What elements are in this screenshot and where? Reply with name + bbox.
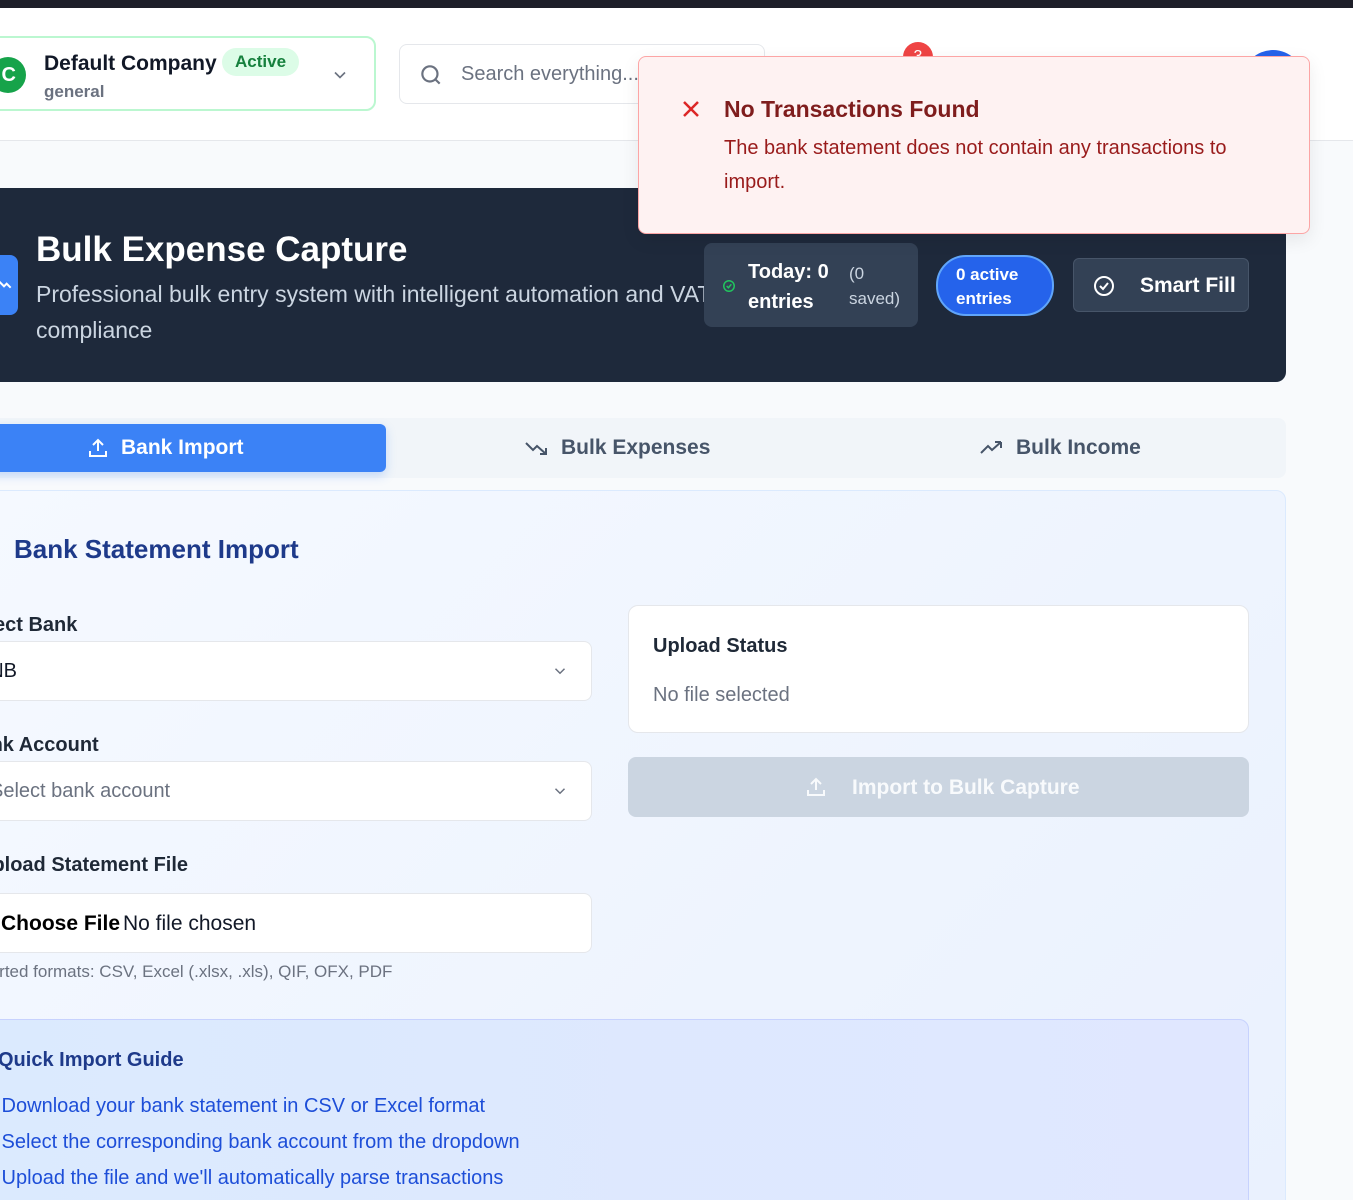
company-status-badge: Active (222, 48, 300, 76)
tab-label: Bulk Expenses (561, 436, 711, 459)
tab-bar: Bank Import Bulk Expenses Bulk Income (0, 418, 1286, 478)
guide-item: • Download your bank statement in CSV or… (0, 1095, 486, 1117)
toast-title: No Transactions Found (724, 96, 980, 122)
section-title: Bank Statement Import (14, 534, 299, 564)
chevron-down-icon (554, 788, 566, 795)
upload-status-title: Upload Status (653, 635, 788, 657)
bank-account-select[interactable]: Select bank account (0, 761, 592, 821)
bank-select-value: FNB (0, 660, 17, 682)
bank-account-label: Bank Account (0, 734, 99, 756)
guide-title: Quick Import Guide (0, 1049, 184, 1071)
tab-label: Bulk Income (1016, 436, 1141, 459)
search-input[interactable]: Search everything... (461, 63, 639, 86)
upload-status-value: No file selected (653, 684, 790, 706)
upload-icon (89, 438, 107, 457)
supported-formats-hint: Supported formats: CSV, Excel (.xlsx, .x… (0, 962, 393, 981)
page-subtitle: Professional bulk entry system with inte… (36, 281, 712, 343)
import-to-bulk-capture-button[interactable]: Import to Bulk Capture (628, 757, 1249, 817)
upload-icon (807, 777, 825, 796)
guide-item: • Select the corresponding bank account … (0, 1131, 520, 1153)
hero-icon-box (0, 255, 18, 315)
smart-fill-label: Smart Fill (1140, 274, 1236, 297)
guide-item: • Upload the file and we'll automaticall… (0, 1167, 504, 1189)
company-switcher[interactable]: C Default Company general Active (0, 36, 376, 111)
bank-select[interactable]: FNB (0, 641, 592, 701)
search-icon (421, 65, 441, 85)
today-entries: Today: 0 entries (748, 261, 829, 313)
select-bank-label: Select Bank (0, 614, 78, 636)
import-button-label: Import to Bulk Capture (852, 776, 1080, 799)
trending-down-icon (0, 280, 12, 289)
today-saved: (0 saved) (849, 264, 901, 308)
quick-import-guide: Quick Import Guide • Download your bank … (0, 1019, 1249, 1200)
bank-account-placeholder: Select bank account (0, 780, 171, 802)
upload-file-label: Upload Statement File (0, 854, 189, 876)
error-toast: No Transactions Found The bank statement… (638, 56, 1310, 234)
today-stats: Today: 0 entries (0 saved) (704, 243, 918, 327)
smart-fill-button[interactable]: Smart Fill (1073, 258, 1249, 312)
check-circle-icon (723, 280, 735, 292)
active-entries-badge: 0 active entries (936, 255, 1054, 316)
close-icon[interactable] (679, 97, 703, 121)
page-title: Bulk Expense Capture (36, 230, 408, 269)
toast-message: The bank statement does not contain any … (724, 137, 1227, 193)
chevron-down-icon (334, 71, 346, 79)
tab-bulk-expenses[interactable]: Bulk Expenses (524, 424, 824, 472)
upload-status-card: Upload Status No file selected (628, 605, 1249, 733)
tab-label: Bank Import (121, 436, 244, 459)
chevron-down-icon (554, 668, 566, 675)
file-input[interactable]: Choose File No file chosen (0, 893, 592, 953)
trending-up-icon (980, 441, 1002, 454)
window-top-strip (0, 0, 1353, 8)
company-type: general (44, 82, 105, 101)
company-name: Default Company (44, 52, 217, 75)
check-circle-icon (1094, 276, 1114, 296)
tab-bulk-income[interactable]: Bulk Income (979, 424, 1279, 472)
trending-down-icon (525, 442, 547, 455)
file-chosen-status: No file chosen (123, 912, 257, 935)
choose-file-button[interactable]: Choose File (1, 912, 120, 936)
company-avatar: C (0, 57, 26, 93)
guide-list: • Download your bank statement in CSV or… (0, 1088, 520, 1196)
tab-bank-import[interactable]: Bank Import (0, 424, 386, 472)
